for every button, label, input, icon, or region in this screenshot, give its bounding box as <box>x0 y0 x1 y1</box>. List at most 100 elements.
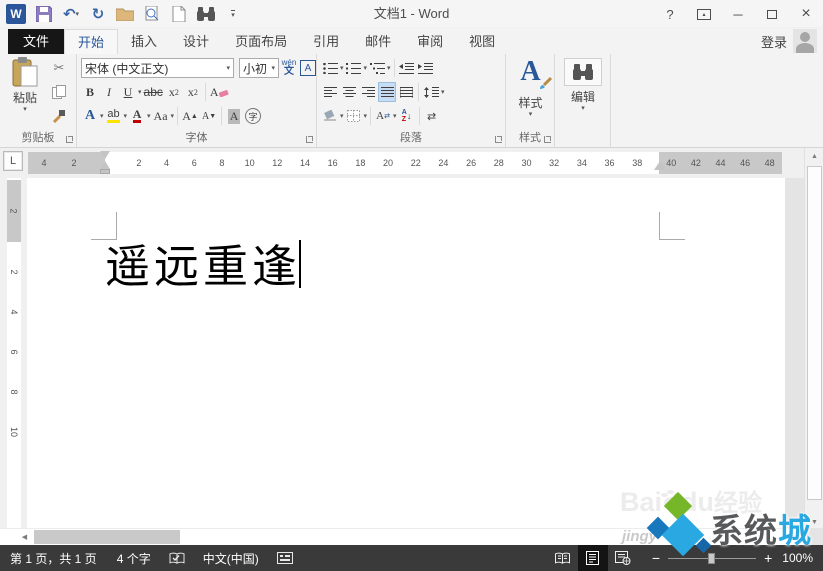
asian-layout-dropdown-arrow[interactable]: ▾ <box>393 113 397 120</box>
help-button[interactable]: ? <box>657 3 683 25</box>
tab-references[interactable]: 引用 <box>300 29 352 54</box>
undo-button[interactable]: ↶▾ <box>62 3 80 25</box>
enclose-characters-button[interactable]: 字 <box>244 106 262 126</box>
vertical-ruler[interactable]: 2 246810 <box>0 178 27 528</box>
save-button[interactable] <box>35 3 53 25</box>
clear-formatting-button[interactable]: A <box>209 82 230 102</box>
vertical-scrollbar[interactable]: ▲ ▼ <box>804 148 823 530</box>
clipboard-dialog-launcher[interactable] <box>66 136 73 143</box>
page-indicator[interactable]: 第 1 页，共 1 页 <box>0 550 107 567</box>
redo-button[interactable]: ↻ <box>89 3 107 25</box>
show-marks-button[interactable]: ⇄ <box>423 106 441 126</box>
font-size-dropdown-arrow[interactable]: ▾ <box>268 65 275 72</box>
styles-dropdown-arrow[interactable]: ▾ <box>529 111 533 118</box>
tab-mailings[interactable]: 邮件 <box>352 29 404 54</box>
scroll-up-button[interactable]: ▲ <box>805 148 823 164</box>
print-preview-button[interactable] <box>143 3 161 25</box>
minimize-button[interactable]: ─ <box>725 3 751 25</box>
text-effects-button[interactable]: A <box>81 106 99 126</box>
bullets-button[interactable] <box>321 58 339 78</box>
shading-button[interactable] <box>321 106 339 126</box>
horizontal-ruler[interactable]: 42 2468101214161820222426283032343638 40… <box>28 152 782 174</box>
sign-in[interactable]: 登录 <box>761 28 817 54</box>
tab-review[interactable]: 审阅 <box>404 29 456 54</box>
highlight-dropdown-arrow[interactable]: ▾ <box>124 113 128 120</box>
tab-design[interactable]: 设计 <box>170 29 222 54</box>
find-button[interactable] <box>197 3 215 25</box>
left-indent-marker[interactable] <box>100 169 110 174</box>
character-shading-button[interactable]: A <box>225 106 243 126</box>
document-text[interactable]: 遥远重逢 <box>105 240 301 293</box>
input-mode-button[interactable] <box>269 552 301 564</box>
multilevel-dropdown-arrow[interactable]: ▾ <box>387 65 391 72</box>
multilevel-list-button[interactable] <box>368 58 386 78</box>
tab-insert[interactable]: 插入 <box>118 29 170 54</box>
align-right-button[interactable] <box>359 82 377 102</box>
cut-button[interactable]: ✂ <box>50 58 68 78</box>
align-center-button[interactable] <box>340 82 358 102</box>
strikethrough-button[interactable]: abc <box>143 82 164 102</box>
open-button[interactable] <box>116 3 134 25</box>
editing-dropdown-arrow[interactable]: ▾ <box>581 105 585 112</box>
print-layout-button[interactable] <box>578 545 608 571</box>
paragraph-dialog-launcher[interactable] <box>495 136 502 143</box>
document-page[interactable]: 遥远重逢 <box>27 178 785 528</box>
read-mode-button[interactable] <box>548 545 578 571</box>
font-size-combo[interactable]: 小初▾ <box>239 58 279 78</box>
borders-dropdown-arrow[interactable]: ▾ <box>364 113 368 120</box>
shading-dropdown-arrow[interactable]: ▾ <box>340 113 344 120</box>
proofing-button[interactable] <box>161 552 193 565</box>
ribbon-display-options-button[interactable]: ▴ <box>691 3 717 25</box>
change-case-button[interactable]: Aa <box>152 106 170 126</box>
vertical-scrollbar-thumb[interactable] <box>807 166 822 500</box>
align-left-button[interactable] <box>321 82 339 102</box>
font-name-combo[interactable]: 宋体 (中文正文)▾ <box>81 58 234 78</box>
highlight-color-button[interactable]: ab <box>105 106 123 126</box>
sort-button[interactable]: AZ↓ <box>398 106 416 126</box>
language-indicator[interactable]: 中文(中国) <box>193 550 269 567</box>
editing-button[interactable]: 编辑 ▾ <box>561 58 605 112</box>
justify-button[interactable] <box>378 82 396 102</box>
tab-stop-selector[interactable]: L <box>3 151 23 171</box>
text-effects-dropdown-arrow[interactable]: ▾ <box>100 113 104 120</box>
font-color-dropdown-arrow[interactable]: ▾ <box>147 113 151 120</box>
underline-dropdown-arrow[interactable]: ▾ <box>138 89 142 96</box>
format-painter-button[interactable] <box>50 106 68 126</box>
phonetic-guide-button[interactable]: wén文 <box>280 58 298 78</box>
numbering-button[interactable] <box>345 58 363 78</box>
borders-button[interactable] <box>345 106 363 126</box>
underline-button[interactable]: U <box>119 82 137 102</box>
superscript-button[interactable]: x2 <box>184 82 202 102</box>
right-indent-marker[interactable] <box>654 161 666 170</box>
numbering-dropdown-arrow[interactable]: ▾ <box>364 65 368 72</box>
new-document-button[interactable] <box>170 3 188 25</box>
character-border-button[interactable]: A <box>299 58 317 78</box>
close-button[interactable]: × <box>793 3 819 25</box>
web-layout-button[interactable] <box>608 545 638 571</box>
styles-button[interactable]: A 样式 ▾ <box>509 58 552 118</box>
bold-button[interactable]: B <box>81 82 99 102</box>
font-color-button[interactable]: A <box>128 106 146 126</box>
shrink-font-button[interactable]: A▼ <box>200 106 218 126</box>
copy-button[interactable] <box>50 82 68 102</box>
decrease-indent-button[interactable] <box>398 58 416 78</box>
line-spacing-button[interactable] <box>422 82 440 102</box>
tab-view[interactable]: 视图 <box>456 29 508 54</box>
maximize-button[interactable] <box>759 3 785 25</box>
word-count[interactable]: 4 个字 <box>107 550 161 567</box>
tab-file[interactable]: 文件 <box>8 29 64 54</box>
undo-dropdown-arrow[interactable]: ▾ <box>76 11 80 18</box>
line-spacing-dropdown-arrow[interactable]: ▾ <box>441 89 445 96</box>
grow-font-button[interactable]: A▲ <box>181 106 199 126</box>
bullets-dropdown-arrow[interactable]: ▾ <box>340 65 344 72</box>
first-line-indent-marker[interactable] <box>100 151 110 159</box>
tab-home[interactable]: 开始 <box>64 29 118 54</box>
hanging-indent-marker[interactable] <box>100 161 110 169</box>
italic-button[interactable]: I <box>100 82 118 102</box>
change-case-dropdown-arrow[interactable]: ▾ <box>171 113 175 120</box>
subscript-button[interactable]: x2 <box>165 82 183 102</box>
styles-dialog-launcher[interactable] <box>544 136 551 143</box>
distribute-button[interactable] <box>397 82 415 102</box>
scroll-left-button[interactable]: ◀ <box>16 529 33 545</box>
horizontal-scrollbar-thumb[interactable] <box>34 530 180 544</box>
